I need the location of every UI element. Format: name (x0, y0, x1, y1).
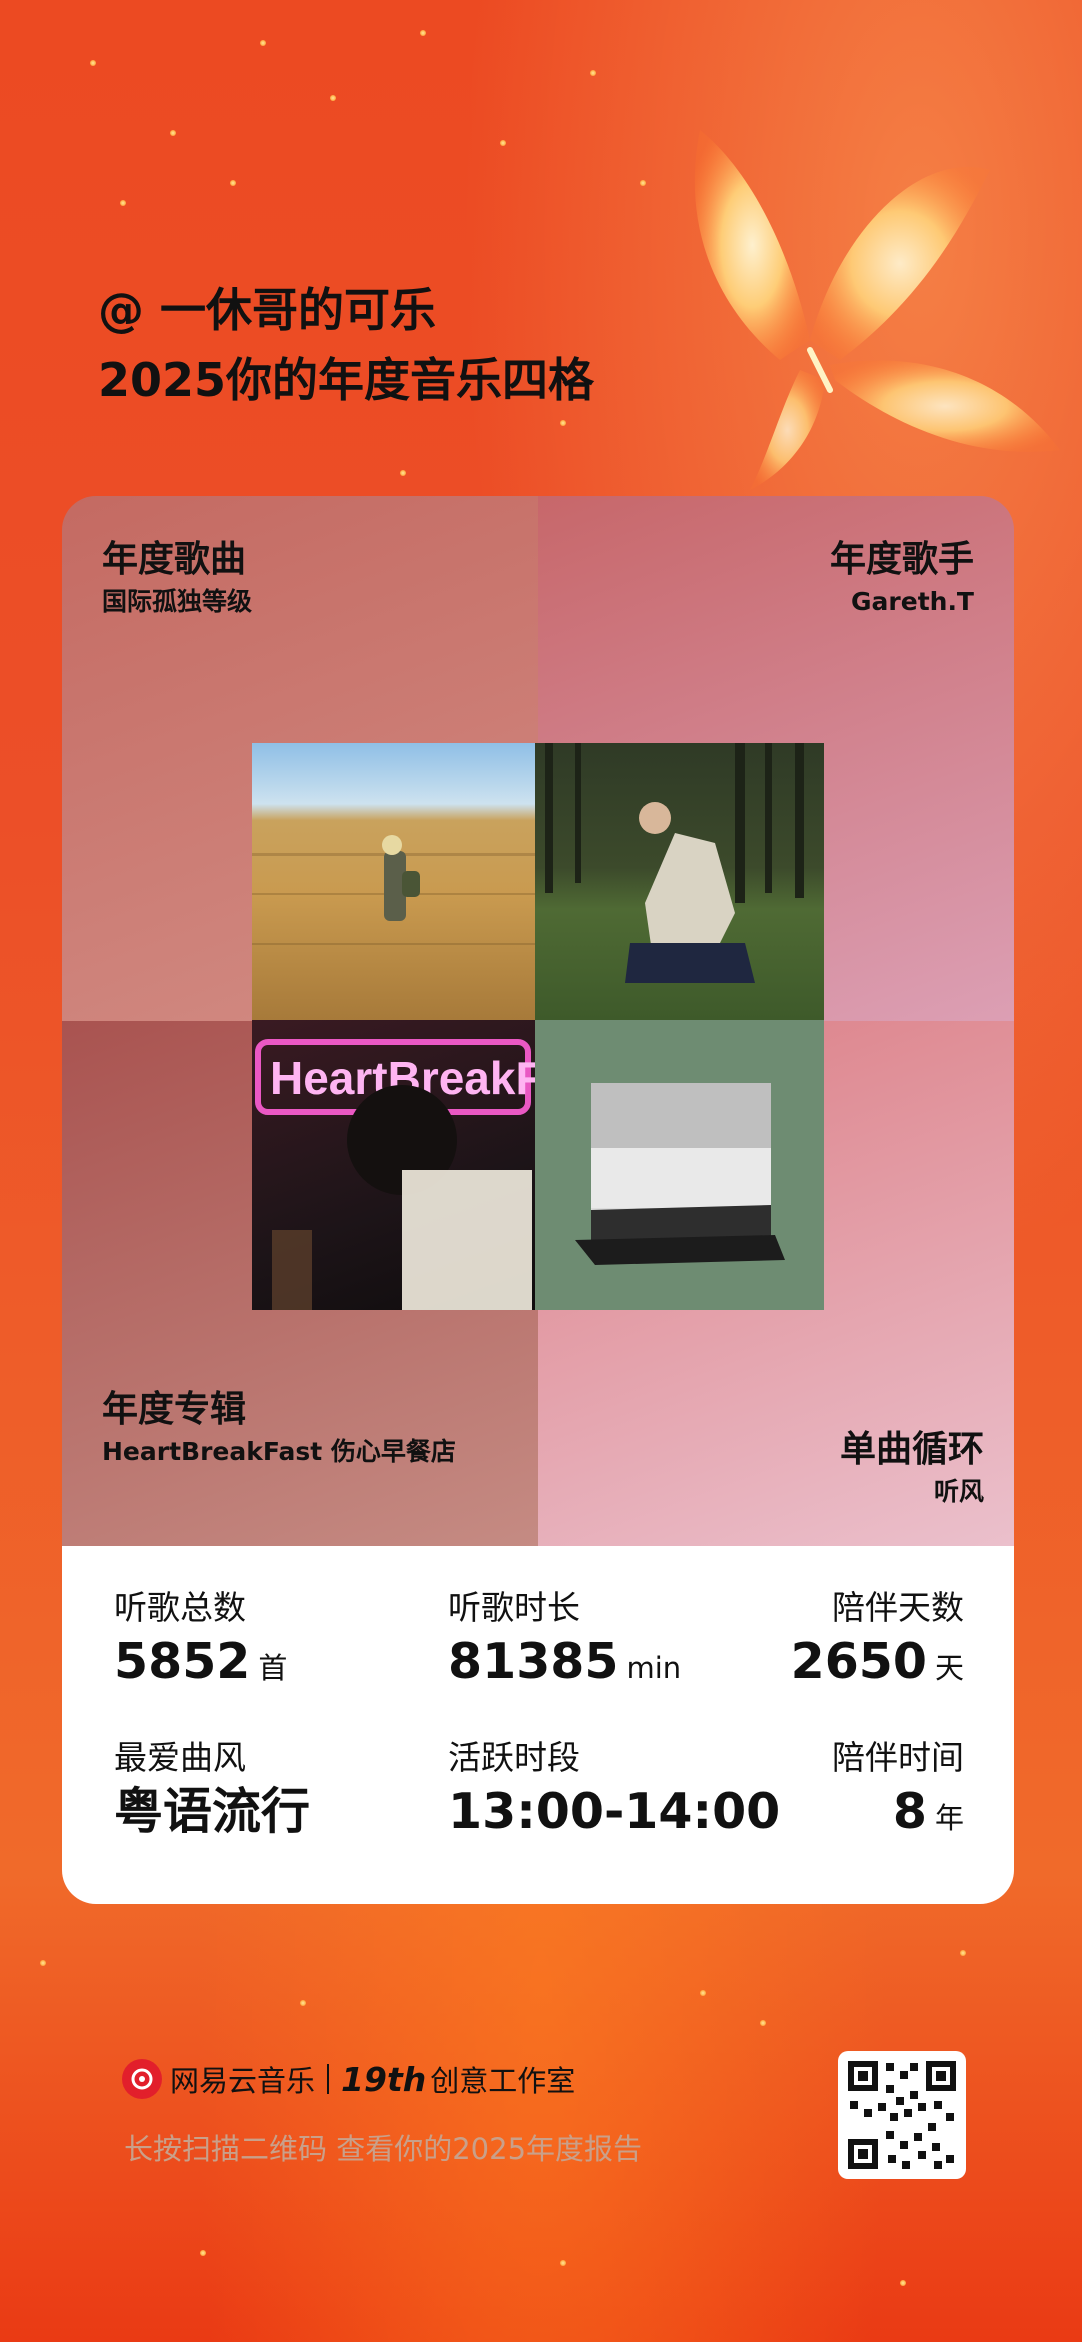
stat-genre-label: 最爱曲风 (114, 1738, 246, 1777)
brand-divider (327, 2064, 330, 2094)
brand-name: 网易云音乐 (170, 2064, 316, 2098)
fire-butterfly-illustration (660, 110, 1080, 510)
stat-years-label: 陪伴时间 (832, 1738, 964, 1777)
stat-active-time: 活跃时段 13:00-14:00 (448, 1736, 780, 1844)
repeat-song-value: 听风 (933, 1477, 984, 1506)
song-of-year-value: 国际孤独等级 (102, 587, 253, 616)
stat-years-value: 8 (892, 1783, 927, 1840)
repeat-song-cover-image[interactable] (535, 1020, 824, 1310)
stat-days-value: 2650 (790, 1633, 927, 1690)
username-line: @ 一休哥的可乐 (98, 283, 437, 337)
stat-genre-value: 粤语流行 (114, 1783, 311, 1840)
stat-duration-value: 81385 (448, 1633, 619, 1690)
artist-of-year-value: Gareth.T (851, 587, 974, 616)
album-of-year-value: HeartBreakFast 伤心早餐店 (102, 1437, 456, 1466)
stat-years: 陪伴时间 8年 (832, 1736, 964, 1850)
footer-brand: 网易云音乐 19th 创意工作室 (122, 2058, 575, 2100)
report-header: @ 一休哥的可乐 2025你的年度音乐四格 (98, 275, 594, 415)
artist-photo-image[interactable] (535, 743, 824, 1020)
scan-qr-tip: 长按扫描二维码 查看你的2025年度报告 (124, 2132, 643, 2166)
netease-music-logo-icon (122, 2059, 162, 2099)
repeat-song-title: 单曲循环 (839, 1429, 984, 1470)
song-of-year-title: 年度歌曲 (102, 539, 247, 580)
studio-name: 创意工作室 (430, 2064, 576, 2098)
stat-duration: 听歌时长 81385 min (448, 1586, 681, 1700)
report-title: 2025你的年度音乐四格 (98, 353, 595, 407)
stat-duration-label: 听歌时长 (448, 1588, 580, 1627)
stat-total-songs-label: 听歌总数 (114, 1588, 246, 1627)
stat-days-unit: 天 (934, 1651, 964, 1685)
stat-total-songs-value: 5852 (114, 1633, 251, 1690)
stat-total-songs-unit: 首 (258, 1651, 288, 1685)
stat-genre: 最爱曲风 粤语流行 (114, 1736, 310, 1844)
album-of-year-title: 年度专辑 (102, 1389, 247, 1430)
stat-duration-unit: min (626, 1651, 682, 1685)
stat-days: 陪伴天数 2650 天 (791, 1586, 964, 1700)
listening-stats-panel: 听歌总数 5852 首 听歌时长 81385 min 陪伴天数 2650 天 最爱曲风… (62, 1546, 1014, 1904)
artist-of-year-title: 年度歌手 (829, 539, 974, 580)
song-cover-image[interactable] (252, 743, 535, 1020)
stat-total-songs: 听歌总数 5852 首 (114, 1586, 287, 1700)
stat-days-label: 陪伴天数 (832, 1588, 964, 1627)
stat-active-time-value: 13:00-14:00 (448, 1783, 781, 1840)
album-cover-image[interactable]: HeartBreakFast (252, 1020, 535, 1310)
studio-number: 19th (341, 2059, 427, 2099)
qr-code-icon[interactable] (838, 2051, 966, 2179)
stat-active-time-label: 活跃时段 (448, 1738, 580, 1777)
stat-years-unit: 年 (934, 1801, 964, 1835)
